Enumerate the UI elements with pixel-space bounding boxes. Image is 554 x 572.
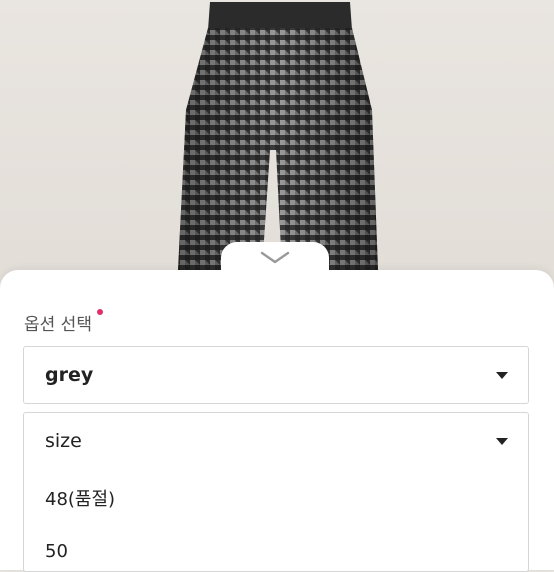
size-option[interactable]: 50 bbox=[45, 541, 68, 562]
options-title-text: 옵션 선택 bbox=[24, 315, 92, 335]
options-section-title: 옵션 선택 bbox=[24, 309, 103, 335]
sheet-collapse-handle[interactable] bbox=[221, 242, 329, 274]
dropdown-arrow-icon bbox=[496, 372, 508, 379]
size-option[interactable]: 48(품절) bbox=[45, 485, 115, 511]
required-indicator bbox=[96, 309, 103, 315]
size-select-label: size bbox=[45, 430, 82, 452]
dropdown-arrow-icon bbox=[496, 438, 508, 445]
chevron-down-icon bbox=[260, 251, 290, 264]
color-select-value: grey bbox=[45, 364, 94, 386]
color-select[interactable]: grey bbox=[23, 346, 529, 404]
size-select[interactable]: size 48(품절) 50 bbox=[23, 412, 529, 572]
